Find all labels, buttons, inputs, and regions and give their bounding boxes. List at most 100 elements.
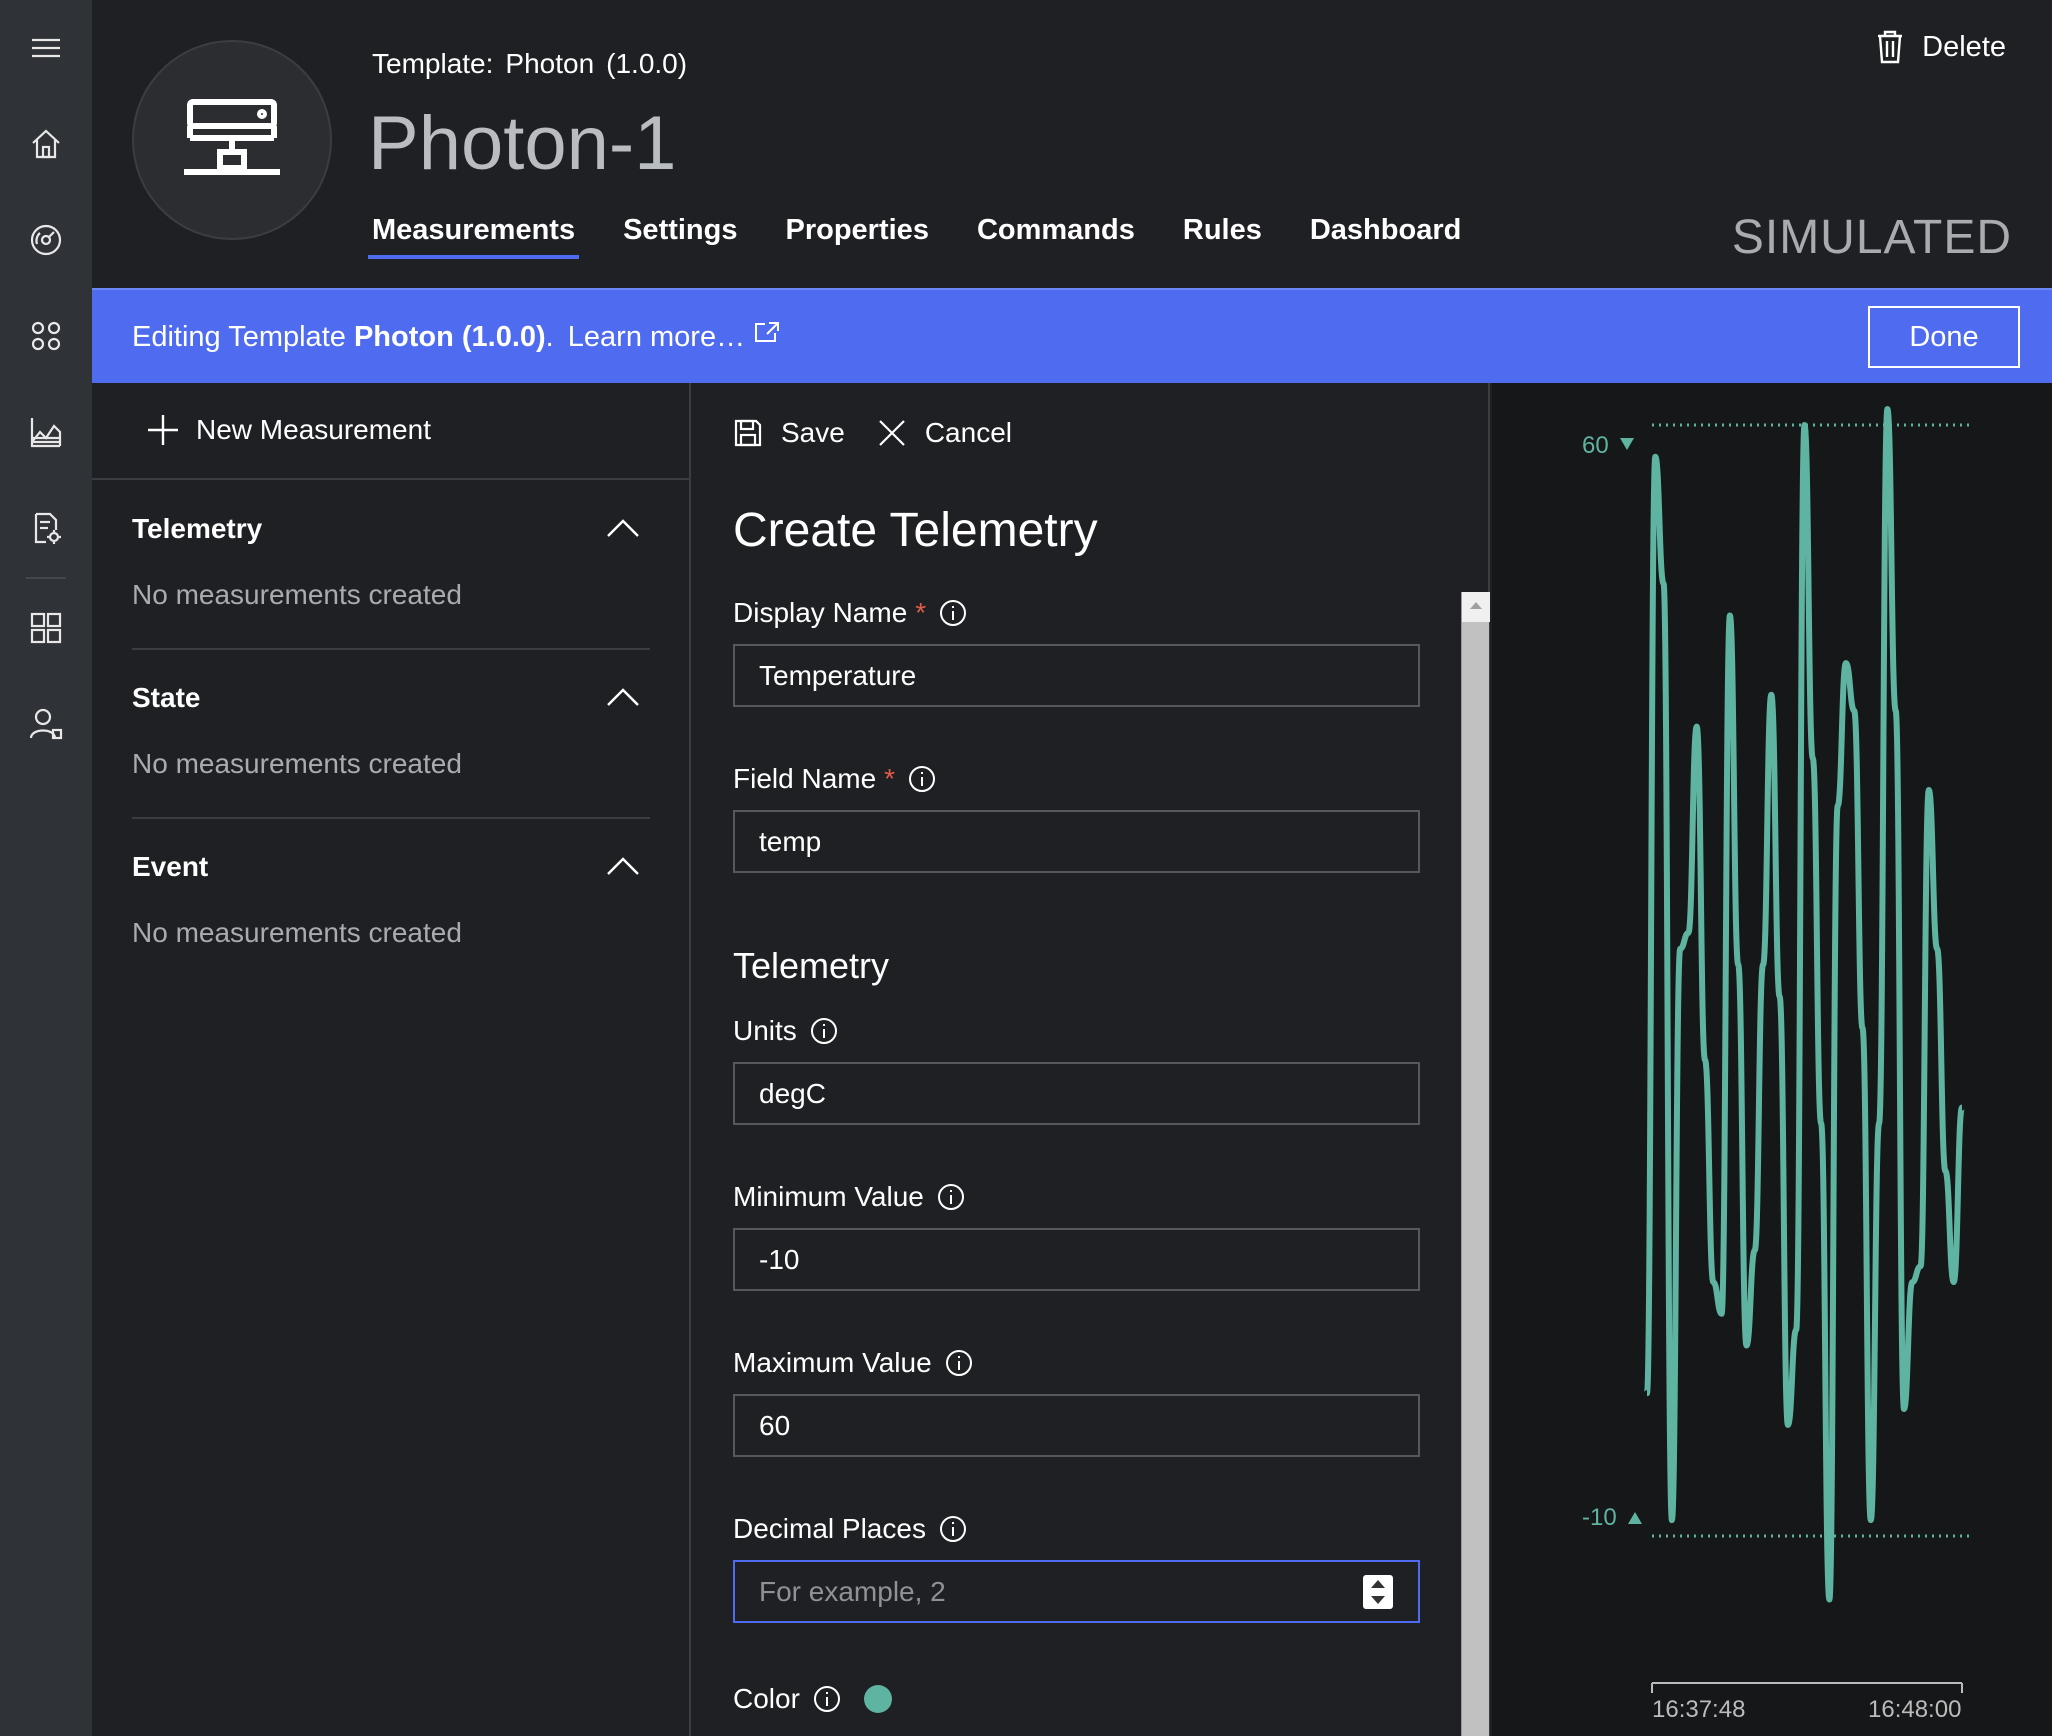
template-label: Template:	[372, 48, 494, 79]
scroll-up-arrow[interactable]	[1462, 592, 1490, 622]
field-name-input[interactable]	[733, 810, 1420, 873]
telemetry-section-heading: Telemetry	[733, 945, 890, 986]
decimal-places-stepper[interactable]	[1363, 1575, 1393, 1609]
max-marker	[1620, 438, 1634, 450]
trash-icon	[1878, 30, 1903, 64]
color-swatch[interactable]	[863, 1685, 892, 1713]
device-sets-icon[interactable]	[22, 312, 70, 360]
learn-more-link[interactable]: Learn more…	[568, 321, 745, 353]
info-icon[interactable]	[945, 1350, 972, 1376]
new-measurement-label: New Measurement	[196, 414, 431, 445]
maximum-value-label: Maximum Value	[733, 1347, 972, 1379]
form-title: Create Telemetry	[733, 504, 1098, 557]
min-label: -10	[1582, 1504, 1617, 1531]
external-link-icon[interactable]	[753, 320, 781, 344]
template-name: Photon	[505, 48, 595, 79]
banner-template: Photon (1.0.0)	[353, 321, 546, 353]
delete-button[interactable]: Delete	[1876, 30, 2006, 64]
tab-dashboard[interactable]: Dashboard	[1308, 214, 1463, 259]
app-builder-icon[interactable]	[22, 604, 70, 652]
tab-rules[interactable]: Rules	[1181, 214, 1264, 259]
cancel-label: Cancel	[924, 417, 1012, 448]
nav-divider	[26, 577, 66, 579]
administration-icon[interactable]	[22, 700, 70, 748]
cancel-button[interactable]: Cancel	[877, 417, 1012, 449]
info-icon[interactable]	[940, 600, 967, 626]
state-section-header[interactable]: State	[132, 682, 650, 714]
x-tick-label-start: 16:37:48	[1652, 1696, 1745, 1723]
tab-settings[interactable]: Settings	[621, 214, 739, 259]
min-marker	[1628, 1512, 1642, 1524]
info-icon[interactable]	[813, 1686, 840, 1712]
tab-properties[interactable]: Properties	[784, 214, 931, 259]
event-empty-text: No measurements created	[132, 917, 462, 948]
measurements-panel: New Measurement Telemetry No measurement…	[92, 383, 691, 1736]
info-icon[interactable]	[810, 1018, 837, 1044]
editing-template-banner: Editing Template Photon (1.0.0). Learn m…	[92, 288, 2052, 383]
tab-measurements[interactable]: Measurements	[367, 214, 580, 259]
telemetry-preview-chart: 60 -10 16:37:48 16:48:00	[1492, 383, 2052, 1736]
units-input[interactable]	[733, 1062, 1420, 1125]
device-avatar	[132, 40, 332, 240]
chevron-up-icon[interactable]	[606, 517, 640, 539]
plus-icon	[148, 415, 178, 445]
decimal-places-input[interactable]	[733, 1560, 1420, 1623]
tab-commands[interactable]: Commands	[975, 214, 1137, 259]
section-divider	[132, 817, 650, 819]
save-label: Save	[781, 417, 845, 448]
simulated-status: SIMULATED	[1731, 211, 2012, 264]
menu-icon[interactable]	[22, 24, 70, 72]
info-icon[interactable]	[939, 1516, 966, 1542]
save-icon	[734, 419, 762, 447]
x-tick-label-end: 16:48:00	[1868, 1696, 1961, 1723]
info-icon[interactable]	[937, 1184, 964, 1210]
form-scrollbar[interactable]	[1461, 592, 1490, 1736]
close-icon	[879, 420, 905, 446]
save-button[interactable]: Save	[733, 417, 845, 449]
minimum-value-label: Minimum Value	[733, 1181, 964, 1213]
chart-svg: 60 -10 16:37:48 16:48:00	[1582, 406, 1972, 1723]
maximum-value-input[interactable]	[733, 1394, 1420, 1457]
info-icon[interactable]	[909, 766, 936, 792]
device-title: Photon-1	[368, 101, 677, 186]
display-name-label: Display Name *	[733, 597, 967, 629]
panel-divider	[92, 478, 689, 480]
form-toolbar: Save Cancel	[733, 417, 1044, 449]
explorer-icon[interactable]	[22, 216, 70, 264]
telemetry-section: Telemetry No measurements created	[132, 513, 650, 650]
new-measurement-button[interactable]: New Measurement	[146, 413, 431, 447]
telemetry-section-header[interactable]: Telemetry	[132, 513, 650, 545]
done-button[interactable]: Done	[1868, 306, 2020, 368]
required-marker: *	[884, 763, 896, 794]
chevron-up-icon[interactable]	[606, 686, 640, 708]
banner-message: Editing Template Photon (1.0.0). Learn m…	[132, 320, 781, 354]
event-section: Event No measurements created	[132, 851, 650, 949]
field-name-label: Field Name *	[733, 763, 936, 795]
analytics-icon[interactable]	[22, 408, 70, 456]
required-marker: *	[915, 597, 927, 628]
telemetry-empty-text: No measurements created	[132, 579, 462, 610]
telemetry-series	[1644, 406, 1965, 1603]
color-label: Color	[733, 1683, 892, 1715]
banner-prefix: Editing Template	[132, 321, 354, 353]
device-header: Template: Photon (1.0.0) Photon-1 Measurem…	[92, 0, 2052, 287]
state-empty-text: No measurements created	[132, 748, 462, 779]
section-divider	[132, 648, 650, 650]
jobs-icon[interactable]	[22, 504, 70, 552]
template-info: Template: Photon (1.0.0)	[372, 48, 699, 80]
display-name-input[interactable]	[733, 644, 1420, 707]
banner-dot: .	[545, 321, 554, 353]
minimum-value-input[interactable]	[733, 1228, 1420, 1291]
device-tabs: Measurements Settings Properties Command…	[367, 214, 1507, 259]
decimal-places-label: Decimal Places	[733, 1513, 966, 1545]
units-label: Units	[733, 1015, 837, 1047]
template-version: (1.0.0)	[606, 48, 688, 79]
telemetry-line	[1644, 406, 1965, 1603]
state-section: State No measurements created	[132, 682, 650, 819]
nav-rail	[0, 0, 92, 1736]
chevron-up-icon[interactable]	[606, 855, 640, 877]
create-telemetry-form: Save Cancel Create Telemetry Display Nam…	[693, 383, 1490, 1736]
event-section-header[interactable]: Event	[132, 851, 650, 883]
home-icon[interactable]	[22, 120, 70, 168]
max-label: 60	[1582, 432, 1609, 459]
